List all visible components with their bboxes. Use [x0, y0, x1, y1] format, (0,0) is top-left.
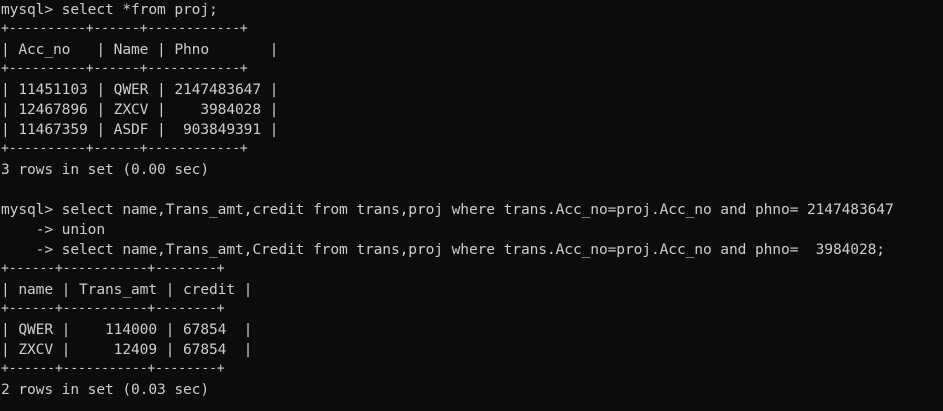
terminal-window[interactable]: mysql> select *from proj; +----------+--…: [0, 0, 943, 411]
table-row: | 11451103 | QWER | 2147483647 |: [1, 81, 279, 98]
prompt-line: mysql> select name,Trans_amt,credit from…: [1, 201, 894, 218]
continuation-line: -> select name,Trans_amt,Credit from tra…: [1, 241, 885, 258]
table-header-row: | name | Trans_amt | credit |: [1, 281, 253, 298]
table-border-line: +------+-----------+--------+: [1, 301, 225, 316]
table-border-line: +------+-----------+--------+: [1, 261, 225, 276]
result-summary: 2 rows in set (0.03 sec): [1, 381, 209, 398]
table-border-line: +----------+------+------------+: [1, 61, 248, 76]
continuation-line: -> union: [1, 221, 105, 238]
table-header-row: | Acc_no | Name | Phno |: [1, 41, 279, 58]
table-border-line: +------+-----------+--------+: [1, 361, 225, 376]
table-row: | ZXCV | 12409 | 67854 |: [1, 341, 253, 358]
prompt-line: mysql> select *from proj;: [1, 1, 218, 18]
result-summary: 3 rows in set (0.00 sec): [1, 161, 209, 178]
table-row: | 12467896 | ZXCV | 3984028 |: [1, 101, 279, 118]
table-row: | QWER | 114000 | 67854 |: [1, 321, 253, 338]
table-border-line: +----------+------+------------+: [1, 21, 248, 36]
table-row: | 11467359 | ASDF | 903849391 |: [1, 121, 279, 138]
table-border-line: +----------+------+------------+: [1, 141, 248, 156]
